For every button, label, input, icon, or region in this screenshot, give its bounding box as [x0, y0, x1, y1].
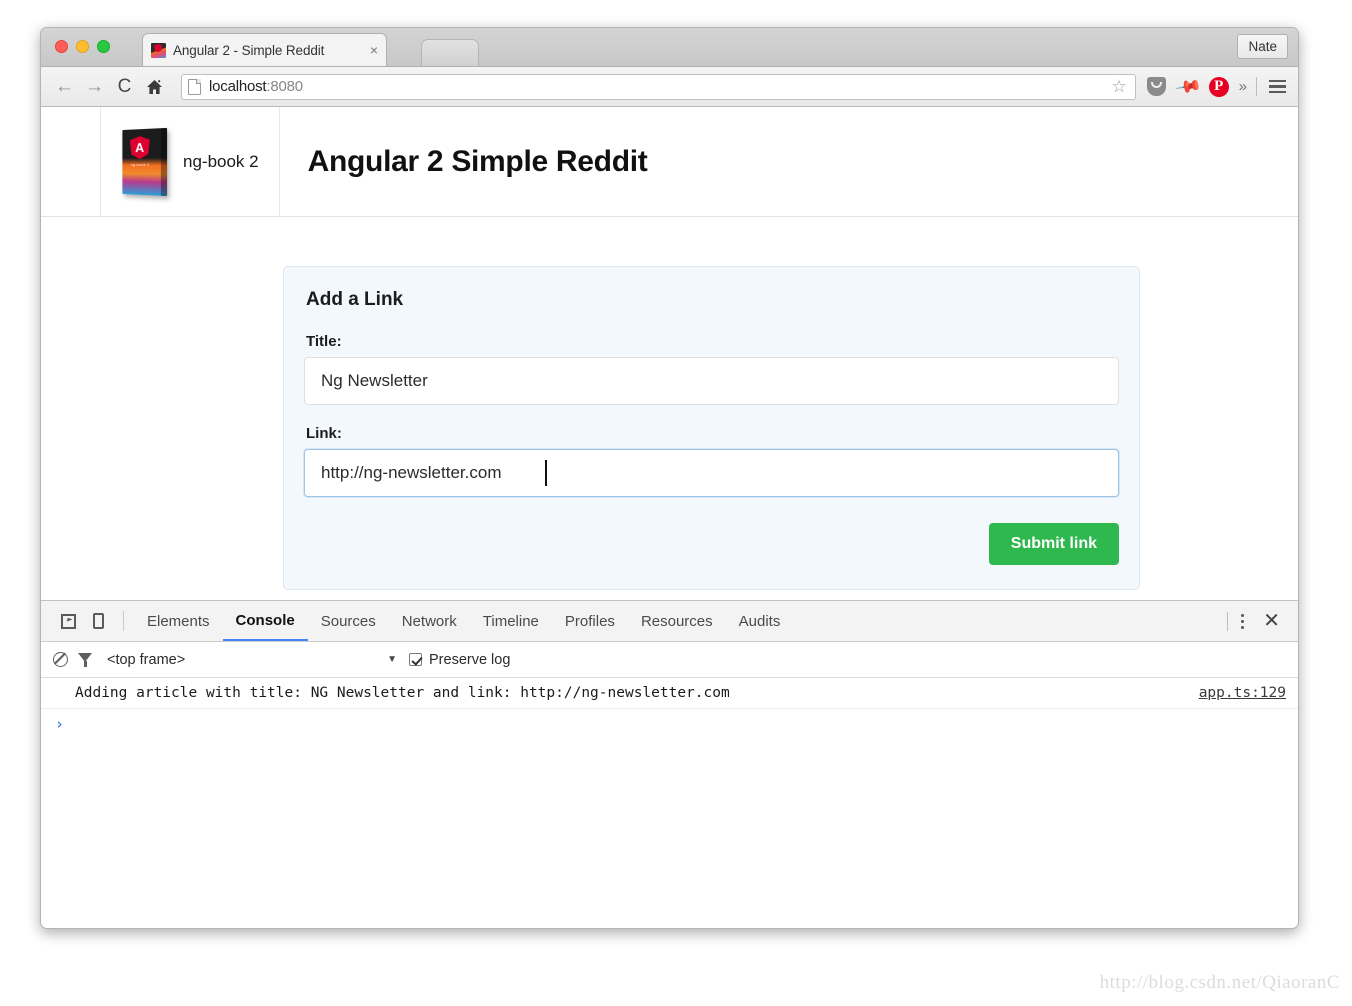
ng-book-cover-image: ng-book 2	[122, 127, 168, 196]
ng-book-favicon-icon	[151, 42, 166, 58]
page-title: Angular 2 Simple Reddit	[307, 144, 648, 178]
console-input-prompt[interactable]: ›	[41, 709, 1298, 739]
chrome-menu-icon[interactable]	[1266, 76, 1288, 98]
inspect-element-icon[interactable]	[53, 607, 83, 635]
devtools-tabbar-actions: ✕	[1227, 611, 1286, 631]
preserve-log-toggle[interactable]: Preserve log	[409, 652, 510, 668]
console-log-row: Adding article with title: NG Newsletter…	[41, 678, 1298, 709]
maximize-window-button[interactable]	[97, 40, 110, 53]
link-field-label: Link:	[306, 425, 342, 442]
tab-sources[interactable]: Sources	[308, 601, 389, 641]
submit-link-button[interactable]: Submit link	[988, 523, 1119, 565]
console-filter-bar: <top frame> ▼ Preserve log	[41, 642, 1298, 678]
link-input-wrapper	[304, 449, 1119, 497]
tab-profiles[interactable]: Profiles	[552, 601, 628, 641]
pin-extension-icon[interactable]: 📌	[1172, 71, 1203, 102]
page-info-icon	[188, 78, 201, 95]
tab-network[interactable]: Network	[389, 601, 470, 641]
window-traffic-lights	[55, 40, 110, 53]
devtools-divider	[123, 611, 124, 631]
tab-elements[interactable]: Elements	[134, 601, 223, 641]
pinterest-extension-icon[interactable]: P	[1208, 76, 1230, 98]
watermark-text: http://blog.csdn.net/QiaoranC	[1099, 972, 1340, 993]
extension-icons: 📌 P »	[1144, 72, 1288, 100]
devtools-tabbar: Elements Console Sources Network Timelin…	[41, 601, 1298, 642]
browser-tab-active[interactable]: Angular 2 - Simple Reddit ×	[142, 33, 387, 66]
profile-button[interactable]: Nate	[1237, 34, 1288, 59]
web-page-viewport: ng-book 2 ng-book 2 Angular 2 Simple Red…	[41, 107, 1298, 600]
bookmark-star-icon[interactable]: ☆	[1111, 77, 1128, 97]
browser-tabstrip: Angular 2 - Simple Reddit × Nate	[41, 28, 1298, 67]
devtools-more-icon[interactable]	[1232, 613, 1253, 629]
clear-console-icon[interactable]	[53, 652, 68, 667]
devtools-close-icon[interactable]: ✕	[1257, 611, 1286, 631]
preserve-log-label: Preserve log	[429, 651, 511, 668]
reload-icon[interactable]: C	[111, 73, 138, 100]
console-log-message: Adding article with title: NG Newsletter…	[75, 685, 730, 701]
filter-icon[interactable]	[78, 652, 93, 667]
devtools-panel: Elements Console Sources Network Timelin…	[41, 600, 1298, 911]
screenshot-root: Angular 2 - Simple Reddit × Nate ← → C l…	[0, 0, 1352, 1006]
preserve-log-checkbox[interactable]	[409, 653, 422, 666]
browser-toolbar: ← → C localhost:8080 ☆ 📌 P »	[41, 67, 1298, 107]
site-title-cell: Angular 2 Simple Reddit	[278, 107, 668, 216]
tab-console[interactable]: Console	[222, 601, 308, 641]
pocket-extension-icon[interactable]	[1146, 76, 1168, 98]
tab-audits[interactable]: Audits	[726, 601, 794, 641]
browser-window: Angular 2 - Simple Reddit × Nate ← → C l…	[40, 27, 1299, 929]
home-icon[interactable]	[141, 73, 168, 100]
form-actions: Submit link	[304, 523, 1119, 565]
device-toolbar-icon[interactable]	[83, 607, 113, 635]
console-source-link[interactable]: app.ts:129	[1199, 685, 1286, 701]
brand-cell[interactable]: ng-book 2 ng-book 2	[100, 107, 280, 216]
site-navbar: ng-book 2 ng-book 2 Angular 2 Simple Red…	[41, 107, 1298, 217]
close-window-button[interactable]	[55, 40, 68, 53]
execution-context-select[interactable]: <top frame> ▼	[107, 652, 397, 668]
close-tab-icon[interactable]: ×	[370, 43, 378, 57]
add-link-panel: Add a Link Title: Link: Submit link	[283, 266, 1140, 590]
brand-label: ng-book 2	[183, 151, 259, 171]
title-input[interactable]	[304, 357, 1119, 405]
chevron-down-icon: ▼	[387, 654, 397, 665]
url-port: :8080	[266, 78, 303, 95]
browser-tab-title: Angular 2 - Simple Reddit	[173, 42, 325, 58]
console-output: Adding article with title: NG Newsletter…	[41, 678, 1298, 911]
devtools-actions-divider	[1227, 611, 1229, 631]
devtools-tab-list: Elements Console Sources Network Timelin…	[134, 601, 793, 641]
overflow-chevron-icon[interactable]: »	[1239, 78, 1247, 95]
back-arrow-icon[interactable]: ←	[51, 73, 78, 100]
tab-timeline[interactable]: Timeline	[470, 601, 552, 641]
title-field-label: Title:	[306, 333, 342, 350]
book-cover-label: ng-book 2	[130, 161, 150, 167]
minimize-window-button[interactable]	[76, 40, 89, 53]
execution-context-value: <top frame>	[107, 651, 186, 668]
panel-title: Add a Link	[306, 289, 404, 310]
url-host: localhost	[209, 78, 267, 95]
address-bar[interactable]: localhost:8080 ☆	[181, 73, 1136, 100]
address-bar-url: localhost:8080	[209, 78, 303, 95]
text-cursor	[545, 460, 547, 486]
browser-tab-inactive[interactable]	[421, 39, 479, 66]
forward-arrow-icon[interactable]: →	[81, 73, 108, 100]
tab-resources[interactable]: Resources	[628, 601, 726, 641]
link-input[interactable]	[304, 449, 1119, 497]
toolbar-divider	[1256, 77, 1257, 96]
